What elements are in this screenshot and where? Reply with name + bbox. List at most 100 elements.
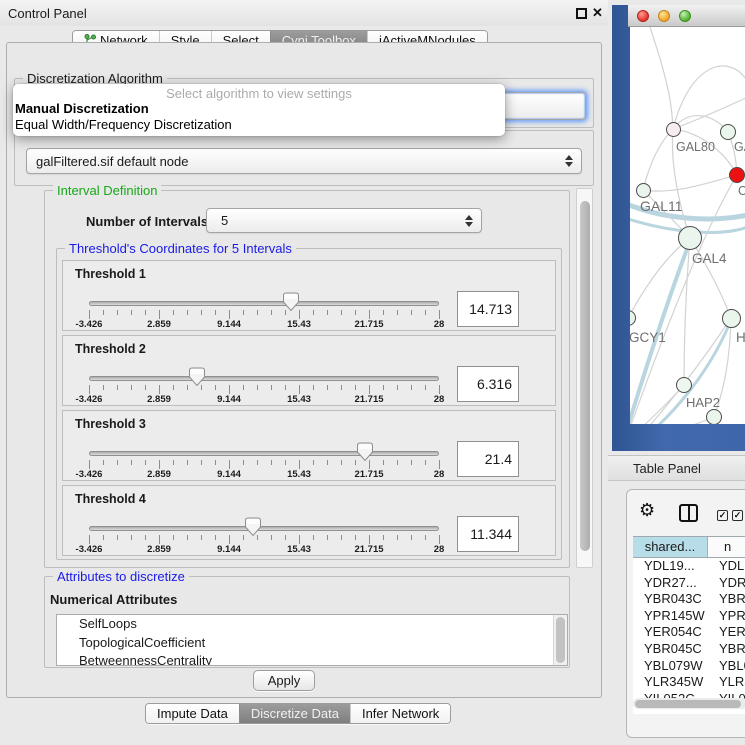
threshold-value-field[interactable]: 14.713 — [457, 291, 519, 327]
close-traffic-light-icon[interactable] — [637, 10, 649, 22]
threshold-value-field[interactable]: 21.4 — [457, 441, 519, 477]
popup-option-equal-width[interactable]: Equal Width/Frequency Discretization — [13, 117, 505, 133]
scrollbar-thumb[interactable] — [556, 617, 565, 663]
cell-name[interactable]: YPR1 — [708, 608, 745, 625]
scrollbar-thumb[interactable] — [580, 201, 590, 551]
tick-label: 9.144 — [217, 469, 241, 480]
network-edge[interactable] — [650, 27, 673, 129]
close-icon[interactable]: ✕ — [592, 5, 603, 21]
number-of-intervals-value: 5 — [221, 213, 228, 228]
apply-button[interactable]: Apply — [253, 670, 315, 691]
settings-gear-icon[interactable]: ⚙ — [639, 500, 655, 520]
attribute-list-item[interactable]: SelfLoops — [57, 615, 567, 634]
cell-shared-name[interactable]: YER054C — [633, 624, 708, 641]
column-header-name[interactable]: n — [708, 537, 745, 557]
table-panel-header: Table Panel — [608, 455, 745, 481]
slider-track[interactable] — [89, 451, 439, 456]
threshold-label: Threshold 4 — [75, 492, 146, 506]
network-edge[interactable] — [690, 238, 731, 318]
tick-label: 15.43 — [287, 544, 311, 555]
cell-name[interactable]: YBR0 — [708, 591, 745, 608]
cell-name[interactable]: YBL0 — [708, 658, 745, 675]
minimize-traffic-light-icon[interactable] — [658, 10, 670, 22]
scrollbar-thumb[interactable] — [635, 700, 741, 708]
cell-shared-name[interactable]: YPR145W — [633, 608, 708, 625]
vertical-scrollbar[interactable] — [576, 188, 593, 568]
threshold-value-field[interactable]: 11.344 — [457, 516, 519, 552]
network-node-gal80[interactable] — [666, 122, 681, 137]
select-all-checkbox-icon[interactable]: ✓ — [732, 510, 743, 521]
threshold-value-field[interactable]: 6.316 — [457, 366, 519, 402]
table-rows: YDL19...YDL1YDR27...YDR2YBR043CYBR0YPR14… — [633, 558, 745, 707]
select-columns-checkbox-icon[interactable]: ✓ — [717, 510, 728, 521]
network-node-gal11[interactable] — [636, 183, 651, 198]
network-node[interactable] — [706, 409, 722, 424]
split-view-icon[interactable] — [679, 504, 698, 522]
threshold-panel-2: Threshold 2-3.4262.8599.14415.4321.71528… — [62, 335, 556, 406]
table-row[interactable]: YBR045CYBR0 — [633, 641, 745, 658]
apply-label: Apply — [268, 673, 301, 688]
table-row[interactable]: YPR145WYPR1 — [633, 608, 745, 625]
popup-placeholder-option[interactable]: Select algorithm to view settings — [13, 86, 505, 101]
network-window-titlebar[interactable] — [628, 5, 745, 27]
zoom-traffic-light-icon[interactable] — [679, 10, 691, 22]
cell-name[interactable]: YDR2 — [708, 575, 745, 592]
cell-name[interactable]: YLR3 — [708, 674, 745, 691]
table-row[interactable]: YBL079WYBL0 — [633, 658, 745, 675]
network-canvas[interactable]: GAL80GACGAL11GAL4GCY1HHAP2 — [630, 27, 745, 424]
slider-thumb[interactable] — [244, 517, 262, 537]
cell-shared-name[interactable]: YBR043C — [633, 591, 708, 608]
network-edge[interactable] — [673, 97, 745, 129]
interval-definition-label: Interval Definition — [53, 183, 161, 198]
slider-thumb[interactable] — [282, 292, 300, 312]
stepper-icon[interactable] — [465, 215, 473, 227]
cell-name[interactable]: YDL1 — [708, 558, 745, 575]
table-data-combobox[interactable]: galFiltered.sif default node — [26, 148, 582, 174]
tab-label: Impute Data — [157, 704, 228, 723]
cell-shared-name[interactable]: YBL079W — [633, 658, 708, 675]
control-panel-titlebar: Control Panel ✕ — [0, 0, 608, 26]
network-node-gal4[interactable] — [678, 226, 702, 250]
tab-infer-network[interactable]: Infer Network — [350, 704, 450, 723]
network-node[interactable] — [729, 167, 745, 183]
table-row[interactable]: YDL19...YDL1 — [633, 558, 745, 575]
slider-thumb[interactable] — [356, 442, 374, 462]
cell-shared-name[interactable]: YBR045C — [633, 641, 708, 658]
popup-option-manual[interactable]: Manual Discretization — [13, 101, 505, 117]
network-edge[interactable] — [643, 175, 737, 191]
tick-label: 28 — [434, 394, 445, 405]
slider-thumb[interactable] — [188, 367, 206, 387]
network-edge[interactable] — [643, 129, 673, 190]
tab-discretize-data[interactable]: Discretize Data — [239, 704, 350, 723]
network-edge[interactable] — [630, 238, 690, 318]
table-row[interactable]: YBR043CYBR0 — [633, 591, 745, 608]
cell-shared-name[interactable]: YDR27... — [633, 575, 708, 592]
table-row[interactable]: YER054CYER0 — [633, 624, 745, 641]
slider-track[interactable] — [89, 526, 439, 531]
cell-shared-name[interactable]: YLR345W — [633, 674, 708, 691]
node-label: C — [738, 184, 745, 198]
network-node[interactable] — [720, 124, 736, 140]
float-window-icon[interactable] — [576, 8, 587, 19]
tick-label: 21.715 — [354, 469, 383, 480]
horizontal-scrollbar[interactable] — [633, 698, 745, 709]
network-node[interactable] — [722, 309, 741, 328]
cell-name[interactable]: YER0 — [708, 624, 745, 641]
slider-tick-labels: -3.4262.8599.14415.4321.71528 — [89, 319, 440, 330]
slider-track[interactable] — [89, 376, 439, 381]
network-edge[interactable] — [630, 417, 714, 424]
number-of-intervals-combobox[interactable]: 5 — [206, 208, 482, 233]
cell-shared-name[interactable]: YDL19... — [633, 558, 708, 575]
table-row[interactable]: YLR345WYLR3 — [633, 674, 745, 691]
column-header-shared-name[interactable]: shared... — [633, 537, 708, 557]
network-node-hap2[interactable] — [676, 377, 692, 393]
attribute-list-item[interactable]: BetweennessCentrality — [57, 652, 567, 666]
slider-track[interactable] — [89, 301, 439, 306]
table-row[interactable]: YDR27...YDR2 — [633, 575, 745, 592]
list-scrollbar[interactable] — [553, 615, 567, 665]
cell-name[interactable]: YBR0 — [708, 641, 745, 658]
attribute-list-item[interactable]: TopologicalCoefficient — [57, 634, 567, 653]
tab-impute-data[interactable]: Impute Data — [146, 704, 239, 723]
stepper-icon[interactable] — [565, 155, 573, 167]
numerical-attributes-list[interactable]: SelfLoopsTopologicalCoefficientBetweenne… — [56, 614, 568, 666]
